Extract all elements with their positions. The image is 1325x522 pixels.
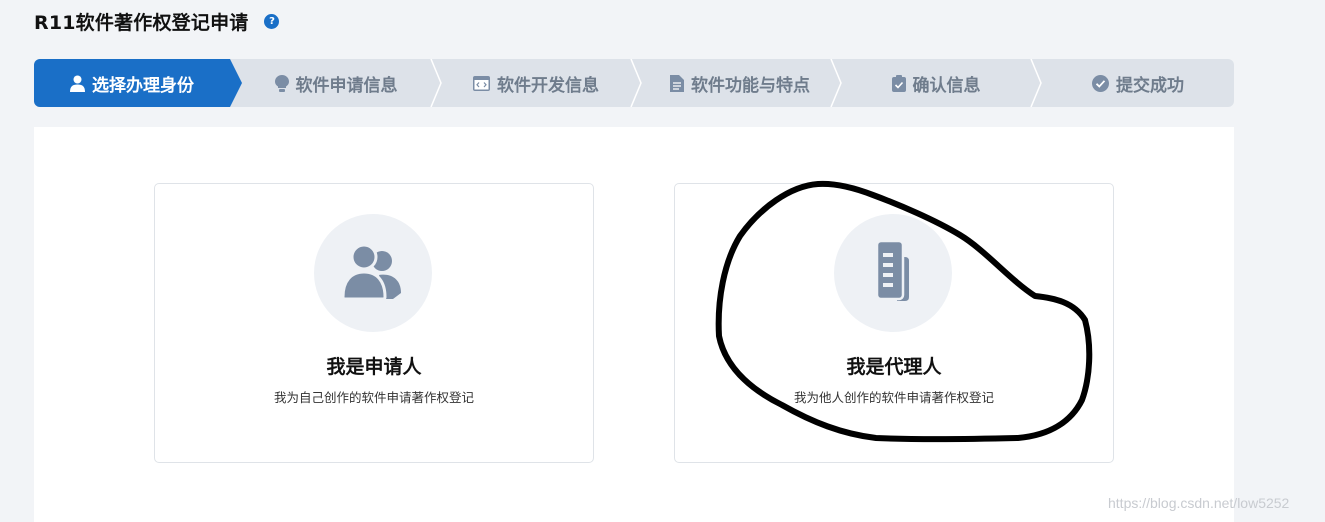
step-progress-bar: 选择办理身份 软件申请信息 软件开发信息 软件功能与特点 确认信息 提交成功 — [34, 59, 1234, 107]
step-arrow-separator — [830, 59, 842, 107]
step-arrow-separator — [630, 59, 642, 107]
users-icon — [341, 243, 405, 303]
agent-option-card[interactable]: 我是代理人 我为他人创作的软件申请著作权登记 — [674, 183, 1114, 463]
help-icon[interactable]: ? — [264, 13, 280, 29]
page-title: R11软件著作权登记申请 — [34, 11, 249, 34]
card-description: 我为他人创作的软件申请著作权登记 — [793, 390, 994, 405]
code-window-icon — [473, 75, 490, 91]
step-confirm-info[interactable]: 确认信息 — [842, 59, 1030, 107]
watermark-text: https://blog.csdn.net/low5252 — [1108, 495, 1290, 511]
applicant-option-card[interactable]: 我是申请人 我为自己创作的软件申请著作权登记 — [154, 183, 594, 463]
step-select-identity[interactable]: 选择办理身份 — [34, 59, 230, 107]
step-label: 软件功能与特点 — [691, 75, 810, 96]
lightbulb-icon — [274, 74, 289, 92]
step-arrow-separator — [430, 59, 442, 107]
documents-icon — [861, 239, 925, 307]
card-description: 我为自己创作的软件申请著作权登记 — [273, 390, 474, 405]
step-software-application-info[interactable]: 软件申请信息 — [242, 59, 430, 107]
clipboard-check-icon — [891, 74, 906, 92]
step-submit-success[interactable]: 提交成功 — [1042, 59, 1234, 107]
identity-selection-panel: 我是申请人 我为自己创作的软件申请著作权登记 我是代理人 我为他人创作的软件申请… — [34, 127, 1234, 522]
page-header: R11软件著作权登记申请 ? — [34, 7, 280, 35]
card-title: 我是申请人 — [326, 356, 422, 378]
step-label: 软件申请信息 — [295, 75, 398, 96]
step-software-features[interactable]: 软件功能与特点 — [642, 59, 838, 107]
document-icon — [670, 74, 684, 92]
user-icon — [70, 75, 85, 92]
step-label: 选择办理身份 — [92, 75, 194, 96]
step-label: 确认信息 — [912, 75, 981, 96]
step-arrow-separator — [230, 59, 242, 107]
step-label: 软件开发信息 — [497, 75, 599, 96]
check-circle-icon — [1092, 74, 1109, 92]
card-title: 我是代理人 — [846, 356, 942, 378]
step-label: 提交成功 — [1116, 75, 1184, 96]
step-software-development-info[interactable]: 软件开发信息 — [442, 59, 630, 107]
step-arrow-separator — [1030, 59, 1042, 107]
